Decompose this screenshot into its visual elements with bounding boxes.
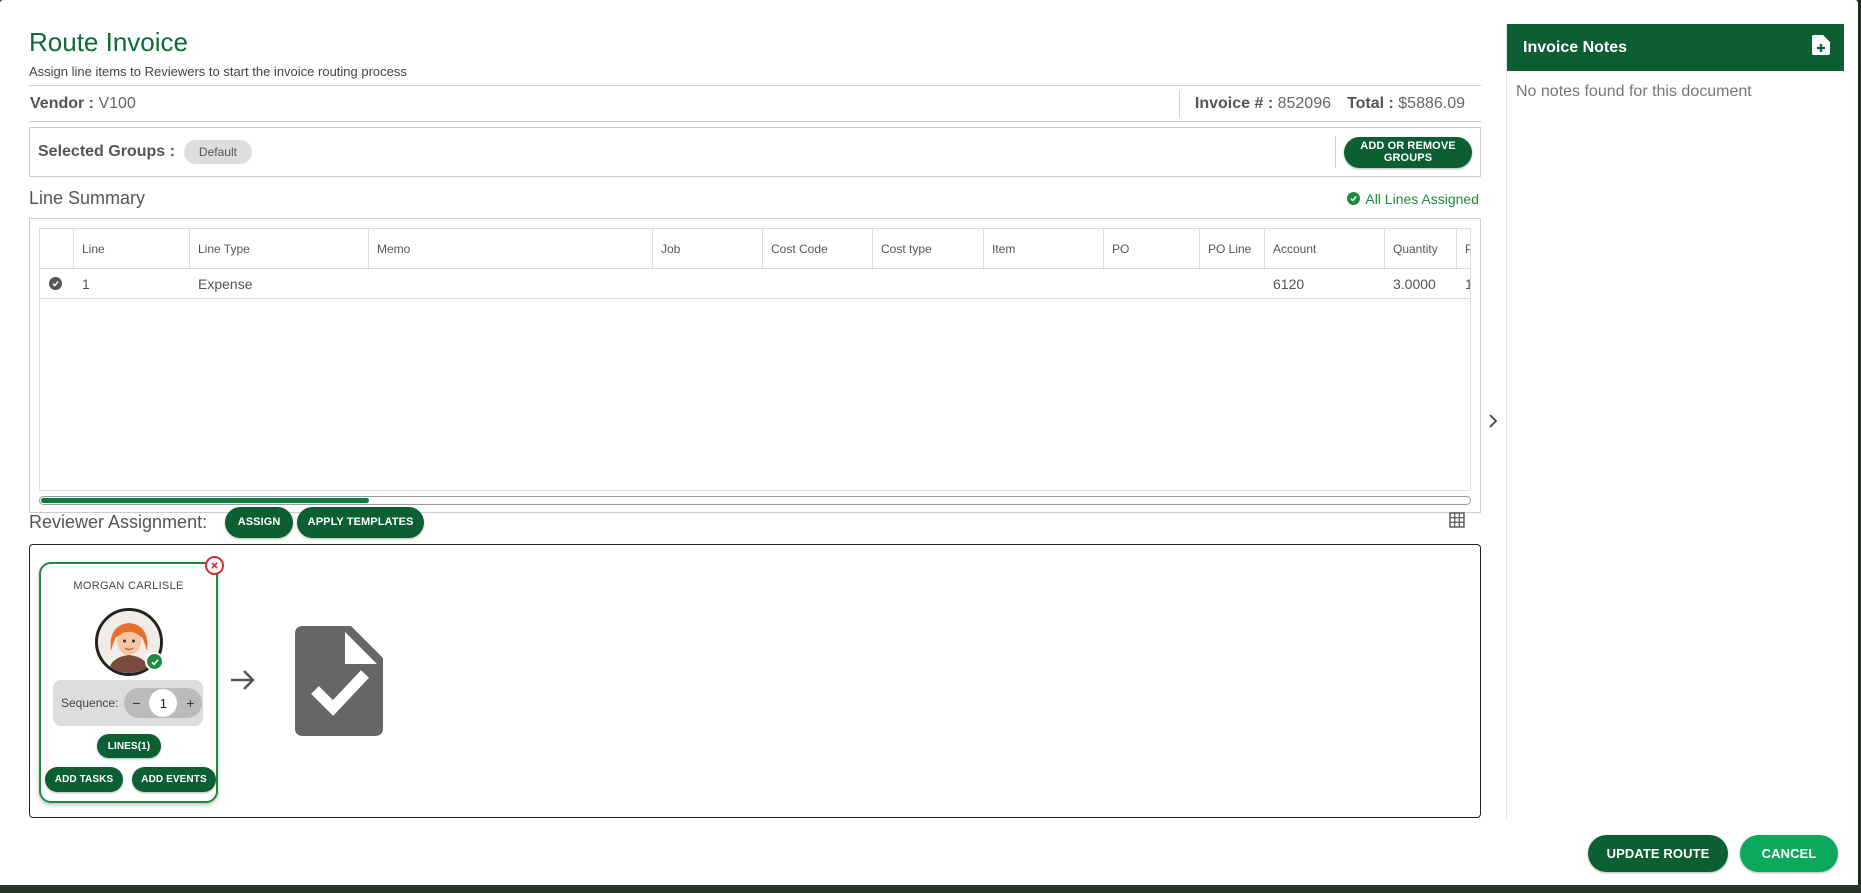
cell-cost-code [763,269,873,298]
grid-view-icon[interactable] [1449,511,1465,533]
column-header-cost-code[interactable]: Cost Code [763,229,873,268]
row-check-icon[interactable] [49,277,62,290]
lines-assigned-status: All Lines Assigned [1347,191,1481,207]
lines-button[interactable]: LINES(1) [97,734,161,758]
lines-assigned-text: All Lines Assigned [1365,190,1479,207]
invoice-number-label: Invoice # : [1194,94,1274,112]
column-header-memo[interactable]: Memo [369,229,653,268]
reviewer-assignment-header: Reviewer Assignment: ASSIGN APPLY TEMPLA… [29,504,1481,540]
add-remove-groups-button[interactable]: ADD OR REMOVE GROUPS [1344,136,1472,168]
row-select-cell[interactable] [40,269,74,298]
reviewer-name: MORGAN CARLISLE [73,580,184,592]
cell-item [984,269,1104,298]
vendor-info: Vendor : V100 [29,95,136,113]
scrollbar-thumb[interactable] [41,498,369,503]
background-strip [0,885,1861,893]
column-header-line[interactable]: Line [74,229,190,268]
cell-quantity: 3.0000 [1393,275,1436,292]
invoice-notes-panel: Invoice Notes No notes found for this do… [1506,24,1844,818]
update-route-button[interactable]: UPDATE ROUTE [1588,835,1728,872]
notes-empty-message: No notes found for this document [1516,83,1752,100]
page-subtitle: Assign line items to Reviewers to start … [29,64,407,79]
cancel-button[interactable]: CANCEL [1740,835,1838,872]
invoice-notes-header: Invoice Notes [1507,24,1844,71]
sequence-label: Sequence: [61,696,119,710]
invoice-total: Total : $5886.09 [1347,95,1465,113]
remove-reviewer-icon[interactable] [205,556,224,575]
invoice-number-value: 852096 [1277,94,1331,112]
invoice-total-value: $5886.09 [1398,94,1465,112]
add-events-button[interactable]: ADD EVENTS [132,767,216,792]
reviewer-card: MORGAN CARLISLE Sequence: − 1 + LINES(1)… [39,556,224,803]
column-header-line-type[interactable]: Line Type [190,229,369,268]
invoice-number: Invoice # : 852096 [1195,95,1331,113]
decrement-button[interactable]: − [130,695,142,711]
vendor-label: Vendor : [30,94,95,112]
page-title: Route Invoice [29,27,188,57]
increment-button[interactable]: + [184,695,196,711]
verified-check-icon [145,652,164,671]
table-row[interactable]: 1 Expense 6120 3.0000 1 [40,269,1470,299]
cell-memo [369,269,653,298]
column-header-item[interactable]: Item [984,229,1104,268]
chevron-right-icon[interactable] [1487,413,1499,434]
arrow-right-icon [228,665,258,700]
line-summary-title: Line Summary [29,188,146,208]
main-panel: Route Invoice Assign line items to Revie… [29,24,1481,818]
cell-line-type: Expense [198,275,253,292]
invoice-totals: Invoice # : 852096 Total : $5886.09 [1178,90,1481,117]
assign-button[interactable]: ASSIGN [225,506,294,538]
invoice-info-bar: Vendor : V100 Invoice # : 852096 Total :… [29,85,1481,122]
column-header-po-line[interactable]: PO Line [1200,229,1265,268]
selected-groups-label: Selected Groups : [38,143,175,160]
group-chip: Default [183,140,252,164]
column-header-p[interactable]: P [1457,229,1470,268]
selected-groups-bar: Selected Groups : Default ADD OR REMOVE … [29,127,1481,177]
sequence-stepper: − 1 + [124,688,203,718]
sequence-control: Sequence: − 1 + [53,680,203,726]
line-summary-header: Line Summary All Lines Assigned [29,188,1481,209]
cell-po-line [1200,269,1265,298]
cell-line: 1 [82,275,90,292]
column-header-cost-type[interactable]: Cost type [873,229,984,268]
sequence-value[interactable]: 1 [149,689,178,717]
column-header-select [40,229,74,268]
cell-p: 1 [1457,269,1470,298]
column-header-po[interactable]: PO [1104,229,1200,268]
cell-cost-type [873,269,984,298]
groups-actions: ADD OR REMOVE GROUPS [1335,136,1480,168]
column-header-job[interactable]: Job [653,229,763,268]
table-header-row: Line Line Type Memo Job Cost Code Cost t… [40,229,1470,269]
document-approved-icon [295,626,383,741]
vendor-value: V100 [98,94,136,112]
cell-account: 6120 [1273,275,1305,292]
reviewer-assignment-title: Reviewer Assignment: [29,511,208,532]
add-note-icon[interactable] [1812,35,1830,60]
invoice-notes-title: Invoice Notes [1523,38,1628,56]
cell-po [1104,269,1200,298]
column-header-quantity[interactable]: Quantity [1385,229,1457,268]
apply-templates-button[interactable]: APPLY TEMPLATES [297,506,425,538]
reviewer-route-area: MORGAN CARLISLE Sequence: − 1 + LINES(1)… [29,544,1481,818]
cell-job [653,269,763,298]
line-summary-panel: Line Line Type Memo Job Cost Code Cost t… [29,218,1481,513]
check-circle-icon [1347,192,1361,205]
line-summary-table: Line Line Type Memo Job Cost Code Cost t… [39,228,1471,491]
invoice-total-label: Total : [1347,94,1394,112]
modal-footer: UPDATE ROUTE CANCEL [1588,835,1838,872]
column-header-account[interactable]: Account [1265,229,1385,268]
route-invoice-modal: Route Invoice Assign line items to Revie… [0,0,1858,890]
add-tasks-button[interactable]: ADD TASKS [45,767,123,792]
